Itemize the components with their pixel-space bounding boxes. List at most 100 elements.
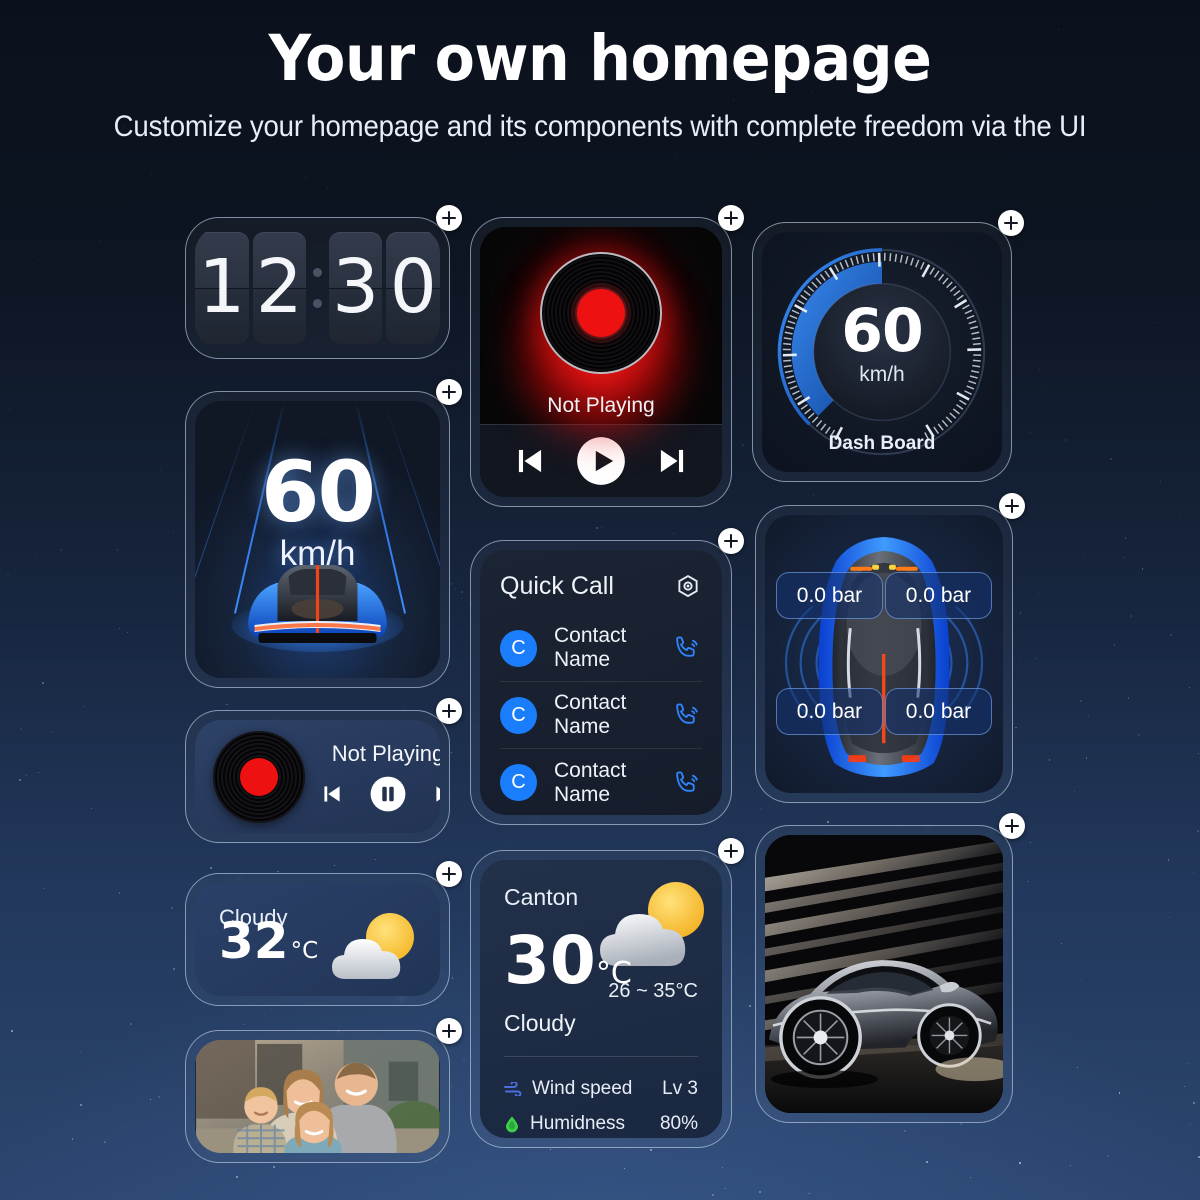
humidity-value: 80% xyxy=(660,1113,698,1135)
add-widget-button-minimusic[interactable] xyxy=(436,698,462,724)
clock-digit-hour-ones: 2 xyxy=(253,232,307,344)
gauge-face: 60 km/h Dash Board xyxy=(762,232,1002,472)
clock-colon xyxy=(310,232,325,344)
tire-pressure-rear-left: 0.0 bar xyxy=(776,688,883,735)
widget-clock[interactable]: 1 2 3 0 xyxy=(185,217,450,359)
widget-weather-small[interactable]: Cloudy 32°C xyxy=(185,873,450,1006)
sports-car-image xyxy=(765,835,1003,1113)
quick-call-body: Quick Call C Contact Name C Contact Name xyxy=(480,550,722,815)
quick-call-contact-row[interactable]: C Contact Name xyxy=(500,682,702,749)
music-player-body: Not Playing xyxy=(480,227,722,497)
tire-pressure-front-right: 0.0 bar xyxy=(885,572,992,619)
hud-car-icon xyxy=(230,547,405,652)
weather-detail-wind: Wind speed Lv 3 xyxy=(504,1078,698,1100)
mini-music-controls xyxy=(319,775,440,813)
mini-music-body: Not Playing xyxy=(195,720,440,833)
clock-digit-hour-tens: 1 xyxy=(195,232,249,344)
gauge-speed-value: 60 xyxy=(762,296,1002,366)
phone-call-icon[interactable] xyxy=(672,633,702,663)
car-photo-frame xyxy=(765,835,1003,1113)
weather-temperature: 32°C xyxy=(219,912,318,970)
add-widget-button-clock[interactable] xyxy=(436,205,462,231)
next-track-icon[interactable] xyxy=(653,442,691,480)
weather-detail-humidity: Humidness 80% xyxy=(504,1113,698,1135)
widget-quick-call[interactable]: Quick Call C Contact Name C Contact Name xyxy=(470,540,732,825)
weather-temp-range: 26 ~ 35°C xyxy=(608,980,698,1003)
music-status-text: Not Playing xyxy=(547,394,654,418)
widget-weather-big[interactable]: Canton 30°C 26 ~ 35°C Cloudy Wind speed … xyxy=(470,850,732,1148)
gauge-label: Dash Board xyxy=(762,433,1002,455)
add-widget-button-gauge[interactable] xyxy=(998,210,1024,236)
widget-photo[interactable] xyxy=(185,1030,450,1163)
album-art: Not Playing xyxy=(480,227,722,424)
music-status-text: Not Playing xyxy=(332,741,440,767)
page-title: Your own homepage xyxy=(42,26,1158,92)
tire-pressure-body: 0.0 bar 0.0 bar 0.0 bar 0.0 bar xyxy=(765,515,1003,793)
tire-pressure-front-left: 0.0 bar xyxy=(776,572,883,619)
vinyl-record-icon xyxy=(213,731,305,823)
clock-digit-minute-tens: 3 xyxy=(329,232,383,344)
page-header: Your own homepage Customize your homepag… xyxy=(0,0,1200,149)
hud-display: 60 km/h xyxy=(195,401,440,678)
humidity-icon xyxy=(504,1115,520,1133)
tire-pressure-rear-right: 0.0 bar xyxy=(885,688,992,735)
add-widget-button-carphoto[interactable] xyxy=(999,813,1025,839)
phone-call-icon[interactable] xyxy=(672,700,702,730)
widget-dashboard-gauge[interactable]: 60 km/h Dash Board xyxy=(752,222,1012,482)
digit-value: 2 xyxy=(256,250,303,324)
contact-name: Contact Name xyxy=(554,624,655,672)
digit-value: 1 xyxy=(198,250,245,324)
add-widget-button-photo[interactable] xyxy=(436,1018,462,1044)
weather-big-body: Canton 30°C 26 ~ 35°C Cloudy Wind speed … xyxy=(480,860,722,1138)
vinyl-record-icon xyxy=(540,252,662,374)
wind-value: Lv 3 xyxy=(662,1078,698,1100)
hud-speed-value: 60 xyxy=(195,443,440,541)
weather-condition: Cloudy xyxy=(504,1010,576,1037)
add-widget-button-weatherbig[interactable] xyxy=(718,838,744,864)
widget-music-player[interactable]: Not Playing xyxy=(470,217,732,507)
add-widget-button-music[interactable] xyxy=(718,205,744,231)
previous-track-icon[interactable] xyxy=(319,781,345,807)
add-widget-button-hud[interactable] xyxy=(436,379,462,405)
next-track-icon[interactable] xyxy=(431,781,440,807)
weather-divider xyxy=(504,1056,698,1057)
add-widget-button-tire[interactable] xyxy=(999,493,1025,519)
wind-label: Wind speed xyxy=(532,1078,662,1100)
clock-face: 1 2 3 0 xyxy=(195,227,440,349)
pause-button-icon[interactable] xyxy=(369,775,407,813)
temperature-value: 30 xyxy=(504,922,596,999)
contact-avatar: C xyxy=(500,764,537,801)
contact-name: Contact Name xyxy=(554,759,655,807)
car-topdown-icon xyxy=(765,515,1003,793)
digit-value: 3 xyxy=(332,250,379,324)
photo-frame xyxy=(195,1040,440,1153)
humidity-label: Humidness xyxy=(530,1113,660,1135)
weather-small-body: Cloudy 32°C xyxy=(195,883,440,996)
widget-car-photo[interactable] xyxy=(755,825,1013,1123)
hexagon-gear-icon[interactable] xyxy=(674,573,702,601)
wind-icon xyxy=(504,1082,522,1096)
quick-call-contact-row[interactable]: C Contact Name xyxy=(500,615,702,682)
gauge-speed-unit: km/h xyxy=(762,363,1002,387)
phone-call-icon[interactable] xyxy=(672,768,702,798)
quick-call-title: Quick Call xyxy=(500,572,614,601)
quick-call-header: Quick Call xyxy=(500,572,702,601)
quick-call-contact-row[interactable]: C Contact Name xyxy=(500,749,702,815)
clock-digit-minute-ones: 0 xyxy=(386,232,440,344)
digit-value: 0 xyxy=(390,250,437,324)
page-subtitle: Customize your homepage and its componen… xyxy=(48,106,1152,149)
family-photo-image xyxy=(195,1040,440,1153)
contact-avatar: C xyxy=(500,697,537,734)
sun-behind-cloud-icon xyxy=(318,907,426,991)
temperature-unit: °C xyxy=(291,938,319,964)
widget-hud-speed[interactable]: 60 km/h xyxy=(185,391,450,688)
widget-tire-pressure[interactable]: 0.0 bar 0.0 bar 0.0 bar 0.0 bar xyxy=(755,505,1013,803)
widget-mini-music-player[interactable]: Not Playing xyxy=(185,710,450,843)
temperature-value: 32 xyxy=(219,912,289,970)
add-widget-button-weathersmall[interactable] xyxy=(436,861,462,887)
previous-track-icon[interactable] xyxy=(511,442,549,480)
add-widget-button-quickcall[interactable] xyxy=(718,528,744,554)
contact-avatar: C xyxy=(500,630,537,667)
mini-music-right: Not Playing xyxy=(319,741,440,813)
contact-name: Contact Name xyxy=(554,691,655,739)
